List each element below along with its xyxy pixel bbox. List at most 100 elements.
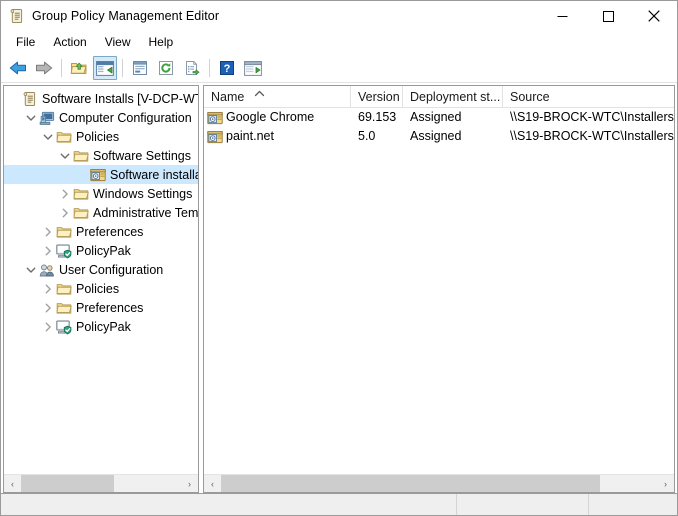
tree-scroll-track[interactable]	[21, 475, 181, 492]
tree-scroll-right-arrow[interactable]: ›	[181, 475, 198, 492]
cell-text: 69.153	[358, 110, 397, 124]
toolbar-separator	[209, 59, 210, 77]
console-tree-body: Software Installs [V-DCP-WTC.V Computer C…	[4, 86, 198, 474]
help-icon[interactable]: ?	[215, 56, 239, 80]
menu-view[interactable]: View	[96, 32, 140, 53]
tree-item-label: Software installat	[110, 167, 198, 182]
tree-item-computer-policies[interactable]: Policies	[4, 127, 198, 146]
tree-item-software-installation[interactable]: Software installat	[4, 165, 198, 184]
policypak-icon	[56, 243, 72, 259]
tree-item-label: Preferences	[76, 300, 144, 315]
status-cell-tertiary	[589, 494, 677, 515]
chevron-down-icon[interactable]	[40, 129, 56, 145]
tree-item-label: PolicyPak	[76, 319, 131, 334]
msi-package-icon	[207, 129, 223, 145]
users-icon	[39, 262, 55, 278]
export-list-icon[interactable]	[180, 56, 204, 80]
twisty-empty	[74, 167, 90, 183]
cell-text: Assigned	[410, 110, 462, 124]
content-panes: Software Installs [V-DCP-WTC.V Computer C…	[1, 83, 677, 493]
column-header-source[interactable]: Source	[503, 86, 674, 107]
tree-item-user-preferences[interactable]: Preferences	[4, 298, 198, 317]
column-header-deployment-st[interactable]: Deployment st...	[403, 86, 503, 107]
folder-icon	[73, 186, 89, 202]
msi-package-icon	[207, 110, 223, 126]
toolbar-separator	[122, 59, 123, 77]
tree-item-administrative-templates[interactable]: Administrative Temp	[4, 203, 198, 222]
chevron-down-icon[interactable]	[57, 148, 73, 164]
tree-item-label: Software Installs [V-DCP-WTC.V	[42, 91, 198, 106]
properties-icon[interactable]	[128, 56, 152, 80]
tree-item-software-settings[interactable]: Software Settings	[4, 146, 198, 165]
list-scroll-right-arrow[interactable]: ›	[657, 475, 674, 492]
menu-help[interactable]: Help	[140, 32, 183, 53]
list-horizontal-scrollbar[interactable]: ‹ ›	[204, 474, 674, 492]
tree-scroll-left-arrow[interactable]: ‹	[4, 475, 21, 492]
table-row[interactable]: Google Chrome 69.153 Assigned \\S19-BROCK-W…	[204, 108, 674, 127]
table-row[interactable]: paint.net 5.0 Assigned \\S19-BROCK-WTC\Inst…	[204, 127, 674, 146]
column-header-label: Version	[358, 89, 400, 104]
folder-icon	[56, 281, 72, 297]
list-scroll-thumb[interactable]	[221, 475, 601, 492]
tree-item-label: Computer Configuration	[59, 110, 192, 125]
window-title: Group Policy Management Editor	[32, 9, 220, 23]
tree-item-computer-preferences[interactable]: Preferences	[4, 222, 198, 241]
close-button[interactable]	[631, 1, 677, 31]
folder-icon	[56, 224, 72, 240]
chevron-right-icon[interactable]	[40, 243, 56, 259]
column-header-name[interactable]: Name	[204, 86, 351, 107]
cell-text: \\S19-BROCK-WTC\Installers\pa	[510, 129, 674, 143]
tree-item-computer-policypak[interactable]: PolicyPak	[4, 241, 198, 260]
column-header-label: Deployment st...	[410, 89, 501, 104]
cell-text: 5.0	[358, 129, 376, 143]
tree-item-user-configuration[interactable]: User Configuration	[4, 260, 198, 279]
chevron-right-icon[interactable]	[57, 205, 73, 221]
forward-arrow-icon[interactable]	[32, 56, 56, 80]
twisty-empty	[6, 91, 22, 107]
tree-item-windows-settings[interactable]: Windows Settings	[4, 184, 198, 203]
maximize-button[interactable]	[585, 1, 631, 31]
chevron-down-icon[interactable]	[23, 262, 39, 278]
folder-icon	[73, 205, 89, 221]
column-header-version[interactable]: Version	[351, 86, 403, 107]
chevron-down-icon[interactable]	[23, 110, 39, 126]
cell-version: 5.0	[351, 127, 403, 146]
tree-item-label: Windows Settings	[93, 186, 193, 201]
chevron-right-icon[interactable]	[40, 319, 56, 335]
computer-icon	[39, 110, 55, 126]
menu-action[interactable]: Action	[44, 32, 95, 53]
show-action-pane-icon[interactable]	[241, 56, 265, 80]
tree-item-label: Software Settings	[93, 148, 191, 163]
chevron-right-icon[interactable]	[40, 224, 56, 240]
cell-deployment-state: Assigned	[403, 108, 503, 127]
results-list-pane: Name Version Deployment st... Source Google…	[203, 85, 675, 493]
minimize-button[interactable]	[539, 1, 585, 31]
tree-horizontal-scrollbar[interactable]: ‹ ›	[4, 474, 198, 492]
cell-name: paint.net	[204, 127, 351, 146]
chevron-right-icon[interactable]	[40, 281, 56, 297]
chevron-right-icon[interactable]	[57, 186, 73, 202]
caption-buttons	[539, 1, 677, 31]
tree-scroll-thumb[interactable]	[21, 475, 114, 492]
list-rows: Google Chrome 69.153 Assigned \\S19-BROCK-W…	[204, 108, 674, 146]
list-scroll-left-arrow[interactable]: ‹	[204, 475, 221, 492]
menu-bar: File Action View Help	[1, 31, 677, 54]
tree-item-user-policypak[interactable]: PolicyPak	[4, 317, 198, 336]
show-hide-console-tree-icon[interactable]	[93, 56, 117, 80]
console-tree-pane: Software Installs [V-DCP-WTC.V Computer C…	[3, 85, 199, 493]
tree-item-label: User Configuration	[59, 262, 164, 277]
menu-file[interactable]: File	[7, 32, 44, 53]
tree-item-software-installs[interactable]: Software Installs [V-DCP-WTC.V	[4, 89, 198, 108]
refresh-icon[interactable]	[154, 56, 178, 80]
folder-icon	[73, 148, 89, 164]
tree-item-user-policies[interactable]: Policies	[4, 279, 198, 298]
tree-item-computer-configuration[interactable]: Computer Configuration	[4, 108, 198, 127]
list-scroll-track[interactable]	[221, 475, 657, 492]
tree-item-label: Preferences	[76, 224, 144, 239]
policypak-icon	[56, 319, 72, 335]
back-arrow-icon[interactable]	[6, 56, 30, 80]
group-policy-management-editor-window: Group Policy Management Editor File Acti…	[0, 0, 678, 516]
chevron-right-icon[interactable]	[40, 300, 56, 316]
sort-ascending-icon	[254, 86, 265, 100]
up-folder-icon[interactable]	[67, 56, 91, 80]
